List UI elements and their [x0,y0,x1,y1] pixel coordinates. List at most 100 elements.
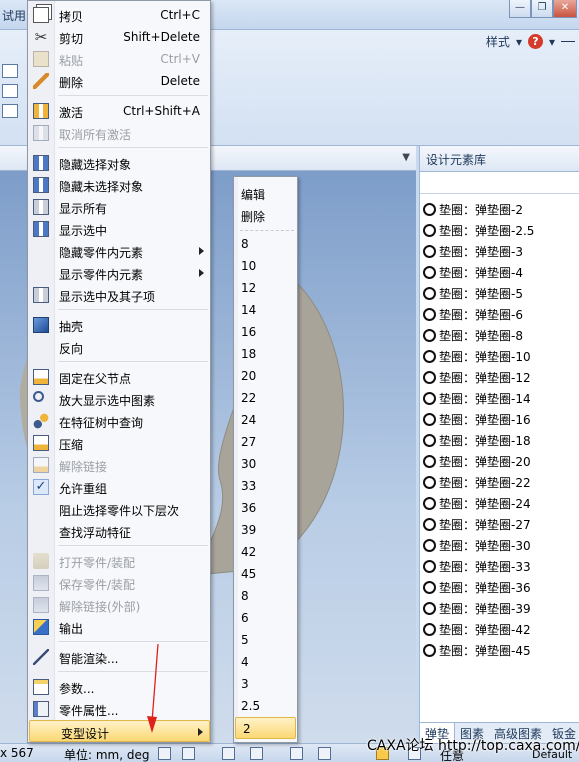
library-item[interactable]: 垫圈：弹垫圈-10 [420,346,579,367]
layer-icon[interactable] [2,84,18,98]
washer-icon [423,350,436,363]
menu-item[interactable]: ✂ 剪切 Shift+Delete [28,26,210,48]
washer-icon [423,455,436,468]
library-item[interactable]: 垫圈：弹垫圈-39 [420,598,579,619]
library-item[interactable]: 垫圈：弹垫圈-24 [420,493,579,514]
variant-size-item[interactable]: 6 [234,607,297,629]
library-item[interactable]: 垫圈：弹垫圈-33 [420,556,579,577]
view-orient-icon[interactable] [290,747,303,760]
pan-icon[interactable] [250,747,263,760]
menu-item[interactable]: 隐藏未选择对象 [28,174,210,196]
library-item[interactable]: 垫圈：弹垫圈-2.5 [420,220,579,241]
render-mode-icon[interactable] [318,747,331,760]
menu-item[interactable]: 参数... [28,676,210,698]
library-item[interactable]: 垫圈：弹垫圈-3 [420,241,579,262]
library-item[interactable]: 垫圈：弹垫圈-4 [420,262,579,283]
rotate-icon[interactable] [222,747,235,760]
variant-size-item[interactable]: 12 [234,277,297,299]
washer-icon [423,371,436,384]
close-button[interactable]: ✕ [553,0,577,18]
library-item[interactable]: 垫圈：弹垫圈-27 [420,514,579,535]
library-item[interactable]: 垫圈：弹垫圈-8 [420,325,579,346]
variant-size-item[interactable]: 4 [234,651,297,673]
library-item[interactable]: 垫圈：弹垫圈-12 [420,367,579,388]
zoom-window-icon[interactable] [182,747,195,760]
menu-item[interactable]: 抽壳 [28,314,210,336]
ribbon-right-tools: 样式 ▾ ? ▾ [486,33,575,50]
restore-button[interactable]: ❐ [531,0,553,18]
viewport-dropdown-icon[interactable]: ▼ [402,152,410,163]
shell-icon [33,317,49,333]
variant-size-item[interactable]: 24 [234,409,297,431]
menu-item[interactable]: 显示选中 [28,218,210,240]
menu-item[interactable]: 显示选中及其子项 [28,284,210,306]
library-item[interactable]: 垫圈：弹垫圈-20 [420,451,579,472]
zoom-icon[interactable] [158,747,171,760]
variant-size-item[interactable]: 27 [234,431,297,453]
menu-item[interactable]: ✓ 允许重组 [28,476,210,498]
variant-size-item[interactable]: 42 [234,541,297,563]
library-item[interactable]: 垫圈：弹垫圈-14 [420,388,579,409]
menu-item[interactable]: 拷贝 Ctrl+C [28,4,210,26]
variant-size-item[interactable]: 8 [234,585,297,607]
library-item[interactable]: 垫圈：弹垫圈-18 [420,430,579,451]
variant-size-item[interactable]: 16 [234,321,297,343]
variant-size-item[interactable]: 3 [234,673,297,695]
variant-size-item[interactable]: 14 [234,299,297,321]
library-item[interactable]: 垫圈：弹垫圈-2 [420,199,579,220]
variant-size-item[interactable]: 5 [234,629,297,651]
variant-size-item[interactable]: 36 [234,497,297,519]
menu-item[interactable]: 激活 Ctrl+Shift+A [28,100,210,122]
help-icon[interactable]: ? [527,34,543,49]
menu-item[interactable]: 反向 [28,336,210,358]
menu-item[interactable]: 删除 Delete [28,70,210,92]
variant-size-item[interactable]: 33 [234,475,297,497]
variant-size-item[interactable]: 10 [234,255,297,277]
variant-size-item[interactable]: 8 [234,233,297,255]
menu-item[interactable]: 隐藏选择对象 [28,152,210,174]
library-item[interactable]: 垫圈：弹垫圈-6 [420,304,579,325]
menu-item[interactable]: 放大显示选中图素 [28,388,210,410]
new-icon[interactable] [2,64,18,78]
washer-icon [423,245,436,258]
menu-item-shortcut: Shift+Delete [123,30,200,44]
help-dropdown-icon[interactable]: ▾ [549,35,555,49]
menu-item-label: 显示选中及其子项 [59,290,156,304]
variant-size-item[interactable]: 39 [234,519,297,541]
menu-item[interactable]: 输出 [28,616,210,638]
menu-item[interactable]: 变型设计 [29,720,210,742]
library-item[interactable]: 垫圈：弹垫圈-36 [420,577,579,598]
menu-item[interactable]: 阻止选择零件以下层次 [28,498,210,520]
menu-item[interactable]: 显示所有 [28,196,210,218]
variant-size-item[interactable]: 30 [234,453,297,475]
submenu-command[interactable]: 编辑 [234,182,297,204]
library-item[interactable]: 垫圈：弹垫圈-22 [420,472,579,493]
minimize-ribbon-icon[interactable] [561,41,575,42]
variant-size-item[interactable]: 18 [234,343,297,365]
menu-item[interactable]: 智能渲染... [28,646,210,668]
variant-size-item[interactable]: 22 [234,387,297,409]
submenu-command[interactable]: 删除 [234,204,297,226]
minimize-button[interactable]: — [509,0,531,18]
library-item[interactable]: 垫圈：弹垫圈-42 [420,619,579,640]
library-item[interactable]: 垫圈：弹垫圈-5 [420,283,579,304]
menu-item[interactable]: 查找浮动特征 [28,520,210,542]
menu-item[interactable]: 压缩 [28,432,210,454]
menu-item-label: 删除 [59,76,84,90]
menu-item[interactable]: 显示零件内元素 [28,262,210,284]
variant-size-item[interactable]: 2 [235,717,296,739]
variant-size-item[interactable]: 20 [234,365,297,387]
library-item[interactable]: 垫圈：弹垫圈-30 [420,535,579,556]
variant-size-item[interactable]: 2.5 [234,695,297,717]
style-menu[interactable]: 样式 [486,33,510,50]
menu-item[interactable]: 在特征树中查询 [28,410,210,432]
library-item[interactable]: 垫圈：弹垫圈-45 [420,640,579,661]
panel-filter[interactable] [420,172,579,194]
menu-item[interactable]: 隐藏零件内元素 [28,240,210,262]
style-dropdown-icon[interactable]: ▾ [516,35,522,49]
view-icon[interactable] [2,104,18,118]
menu-item[interactable]: 零件属性... [28,698,210,720]
library-item[interactable]: 垫圈：弹垫圈-16 [420,409,579,430]
menu-item[interactable]: 固定在父节点 [28,366,210,388]
variant-size-item[interactable]: 45 [234,563,297,585]
